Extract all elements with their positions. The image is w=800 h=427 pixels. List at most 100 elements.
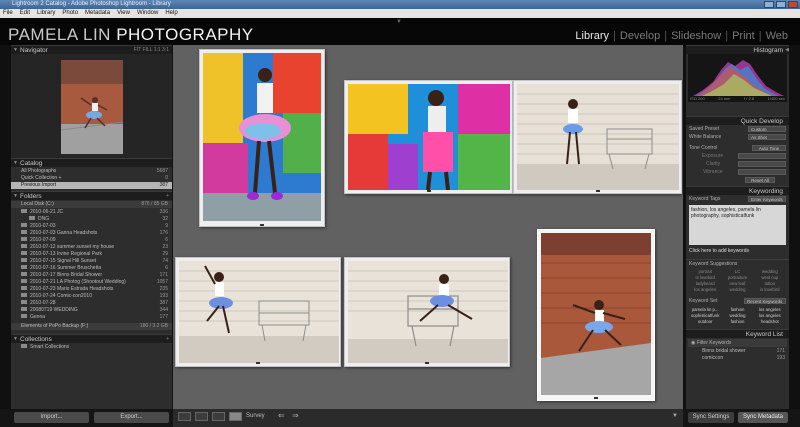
toolbar-menu-icon[interactable]: ▼ xyxy=(672,413,678,419)
menu-help[interactable]: Help xyxy=(165,9,177,18)
volume-backup-drive[interactable]: Elements of PoPo Backup (F:) 180 / 3.2 GB xyxy=(11,323,172,330)
add-keywords-hint[interactable]: Click here to add keywords xyxy=(686,247,789,255)
grid-cell[interactable] xyxy=(199,49,325,227)
photo-thumbnail[interactable] xyxy=(517,84,679,190)
menu-photo[interactable]: Photo xyxy=(62,9,78,18)
saved-preset-select[interactable]: Custom xyxy=(748,126,786,132)
recent-keyword[interactable]: fashion xyxy=(722,319,752,324)
folder-item[interactable]: DNG 32 xyxy=(11,216,172,223)
add-folder-icon[interactable]: + xyxy=(166,192,169,201)
keyword-set-select[interactable]: Recent Keywords xyxy=(744,298,786,304)
suggested-keyword[interactable]: portraiture xyxy=(722,275,752,280)
suggested-keyword[interactable]: wedding xyxy=(722,287,752,292)
catalog-item-previous-import[interactable]: Previous Import 387 xyxy=(11,182,172,189)
filter-keywords-field[interactable]: ◉ Filter Keywords xyxy=(688,339,787,347)
left-edge-strip[interactable] xyxy=(0,45,11,409)
folder-item[interactable]: 2010-07-13 Irvine Regional Park 29 xyxy=(11,251,172,258)
keywords-textbox[interactable]: fashion, los angeles, pamela lin photogr… xyxy=(689,205,786,245)
suggested-keyword[interactable]: ladybeard xyxy=(690,281,720,286)
suggested-keyword[interactable]: portrait xyxy=(690,269,720,274)
volume-local-disk[interactable]: Local Disk (C:) 876 / 85 GB xyxy=(11,201,172,208)
suggested-keyword[interactable]: is lovebird xyxy=(755,287,785,292)
survey-view-icon[interactable] xyxy=(229,412,242,421)
histogram-chart[interactable]: ISO 200 24 mm f / 2.8 1/400 sec xyxy=(688,54,787,102)
folder-item[interactable]: 2010-07-16 Summer Bruschetta 6 xyxy=(11,265,172,272)
folder-item[interactable]: 2010-06-21 JC 336 xyxy=(11,209,172,216)
recent-keyword[interactable]: sophisticatfunk xyxy=(690,313,720,318)
minimize-button[interactable] xyxy=(764,1,774,8)
photo-thumbnail[interactable] xyxy=(541,233,651,395)
suggested-keyword[interactable]: LC xyxy=(722,269,752,274)
next-arrow-icon[interactable]: ⇒ xyxy=(292,411,299,420)
clarity-adjust-buttons[interactable] xyxy=(738,161,786,167)
previous-arrow-icon[interactable]: ⇐ xyxy=(278,411,285,420)
module-develop[interactable]: Develop xyxy=(620,30,660,42)
grid-cell[interactable] xyxy=(344,257,510,367)
folder-item[interactable]: 20080719 WEDDING 344 xyxy=(11,307,172,314)
navigator-header[interactable]: ▼ Navigator FIT FILL 1:1 3:1 xyxy=(11,45,172,54)
folder-item[interactable]: 2010-07-12 summer sunset my house 23 xyxy=(11,244,172,251)
folder-item[interactable]: 2010-07-15 Signal Hill Sunset 74 xyxy=(11,258,172,265)
menu-library[interactable]: Library xyxy=(37,9,55,18)
suggested-keyword[interactable]: is lovebird xyxy=(690,275,720,280)
keyword-tags-select[interactable]: Enter Keywords xyxy=(748,196,786,202)
vibrance-adjust-buttons[interactable] xyxy=(738,169,786,175)
histogram-header[interactable]: Histogram ◀ xyxy=(686,45,789,54)
export-button[interactable]: Export... xyxy=(94,412,169,423)
recent-keyword[interactable]: headshot xyxy=(755,319,785,324)
folders-header[interactable]: ▼ Folders + xyxy=(11,191,172,200)
folder-item[interactable]: 2010-07-03 Ganna Headshots 176 xyxy=(11,230,172,237)
navigator-preview-image[interactable] xyxy=(61,60,123,154)
photo-thumbnail[interactable] xyxy=(179,261,339,363)
keyword-list-item[interactable]: comiccon 193 xyxy=(686,355,789,362)
folder-item[interactable]: 2010-07-24 Comic-con2010 193 xyxy=(11,293,172,300)
module-slideshow[interactable]: Slideshow xyxy=(671,30,721,42)
grid-cell[interactable] xyxy=(344,80,513,194)
folder-item[interactable]: 2010-07-17 Binns Bridal Shower 171 xyxy=(11,272,172,279)
suggested-keyword[interactable]: los angeles xyxy=(690,287,720,292)
folder-item[interactable]: 2010-07-09 6 xyxy=(11,237,172,244)
keyword-list-item[interactable]: Binns bridal shower 171 xyxy=(686,348,789,355)
suggested-keyword[interactable]: wedding xyxy=(755,269,785,274)
recent-keyword[interactable]: fashion xyxy=(722,307,752,312)
import-button[interactable]: Import... xyxy=(14,412,89,423)
folder-item[interactable]: 2010-07-03 9 xyxy=(11,223,172,230)
folder-item[interactable]: Genna 177 xyxy=(11,314,172,321)
menu-file[interactable]: File xyxy=(3,9,13,18)
menu-metadata[interactable]: Metadata xyxy=(85,9,110,18)
maximize-button[interactable] xyxy=(776,1,786,8)
suggested-keyword[interactable]: west cup xyxy=(755,275,785,280)
sync-metadata-button[interactable]: Sync Metadata xyxy=(738,412,788,423)
suggested-keyword[interactable]: new leaf xyxy=(722,281,752,286)
grid-cell[interactable] xyxy=(175,257,341,367)
add-collection-icon[interactable]: + xyxy=(166,335,169,344)
recent-keyword[interactable]: wedding xyxy=(722,313,752,318)
folder-item[interactable]: 2010-07-23 Mario Estrada Headshots 235 xyxy=(11,286,172,293)
collection-item-smart-collections[interactable]: Smart Collections xyxy=(11,344,172,351)
folder-item[interactable]: 2010-07-21 LA Photog (Shootout Wedding) 1… xyxy=(11,279,172,286)
catalog-item-quick-collection[interactable]: Quick Collection + 0 xyxy=(11,175,172,182)
module-web[interactable]: Web xyxy=(766,30,788,42)
keywording-header[interactable]: Keywording xyxy=(686,186,789,195)
grid-view-icon[interactable] xyxy=(178,412,191,421)
catalog-header[interactable]: ▼ Catalog xyxy=(11,158,172,167)
exposure-adjust-buttons[interactable] xyxy=(738,153,786,159)
right-edge-strip[interactable] xyxy=(789,45,800,409)
photo-thumbnail[interactable] xyxy=(348,261,508,363)
menu-edit[interactable]: Edit xyxy=(20,9,30,18)
module-print[interactable]: Print xyxy=(732,30,755,42)
loupe-view-icon[interactable] xyxy=(195,412,208,421)
photo-thumbnail[interactable] xyxy=(348,84,510,190)
recent-keyword[interactable]: outdoor xyxy=(690,319,720,324)
white-balance-select[interactable]: As Shot xyxy=(748,134,786,140)
suggested-keyword[interactable]: tattoo xyxy=(755,281,785,286)
module-library[interactable]: Library xyxy=(575,30,609,42)
folder-item[interactable]: 2010-07-28 387 xyxy=(11,300,172,307)
recent-keyword[interactable]: los angeles xyxy=(755,307,785,312)
grid-cell-selected[interactable] xyxy=(537,229,655,401)
top-panel-toggle-icon[interactable]: ▼ xyxy=(396,19,402,25)
compare-view-icon[interactable] xyxy=(212,412,225,421)
menu-view[interactable]: View xyxy=(117,9,130,18)
quick-develop-header[interactable]: Quick Develop xyxy=(686,116,789,125)
close-button[interactable] xyxy=(788,1,798,8)
